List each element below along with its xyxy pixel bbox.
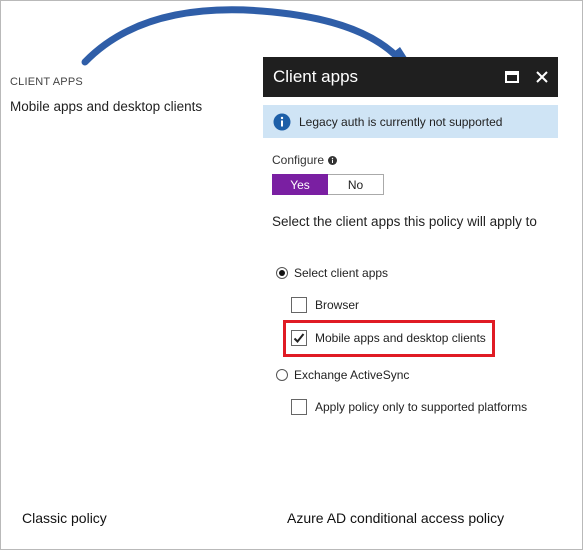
- checkbox[interactable]: [291, 399, 307, 415]
- radio-selected[interactable]: [276, 267, 288, 279]
- configure-text: Configure: [272, 153, 325, 167]
- radio-unselected[interactable]: [276, 369, 288, 381]
- radio-label-select-client-apps: Select client apps: [294, 266, 389, 280]
- checkbox-supported-platforms[interactable]: Apply policy only to supported platforms: [291, 399, 527, 415]
- checkbox-browser[interactable]: Browser: [291, 297, 359, 313]
- checkbox-label-browser: Browser: [315, 298, 360, 312]
- checkbox-label-supported-platforms: Apply policy only to supported platforms: [315, 400, 528, 414]
- toggle-no[interactable]: No: [328, 174, 384, 195]
- info-banner: Legacy auth is currently not supported: [263, 105, 558, 138]
- info-text: Legacy auth is currently not supported: [299, 114, 503, 129]
- maximize-icon[interactable]: [502, 67, 522, 87]
- blade-title: Client apps: [273, 67, 359, 86]
- classic-policy-panel: CLIENT APPS Mobile apps and desktop clie…: [10, 76, 202, 114]
- close-icon[interactable]: [532, 67, 552, 87]
- client-apps-blade: Client apps Legacy auth is currently not…: [263, 57, 558, 432]
- toggle-yes[interactable]: Yes: [272, 174, 328, 195]
- classic-caption: Classic policy: [22, 510, 107, 526]
- configure-toggle: Yes No: [272, 174, 384, 195]
- classic-value: Mobile apps and desktop clients: [10, 99, 203, 114]
- radio-exchange-activesync[interactable]: Exchange ActiveSync: [276, 368, 409, 382]
- info-small-icon[interactable]: [328, 155, 338, 165]
- checkbox[interactable]: [291, 297, 307, 313]
- classic-header: CLIENT APPS: [10, 76, 83, 88]
- configure-label: Configure: [272, 153, 338, 167]
- info-icon: [273, 113, 291, 130]
- azure-caption: Azure AD conditional access policy: [287, 510, 505, 526]
- policy-description: Select the client apps this policy will …: [272, 214, 537, 229]
- radio-label-exchange: Exchange ActiveSync: [294, 368, 410, 382]
- radio-select-client-apps[interactable]: Select client apps: [276, 266, 388, 280]
- highlight-box: [283, 320, 495, 357]
- blade-header: Client apps: [263, 57, 558, 97]
